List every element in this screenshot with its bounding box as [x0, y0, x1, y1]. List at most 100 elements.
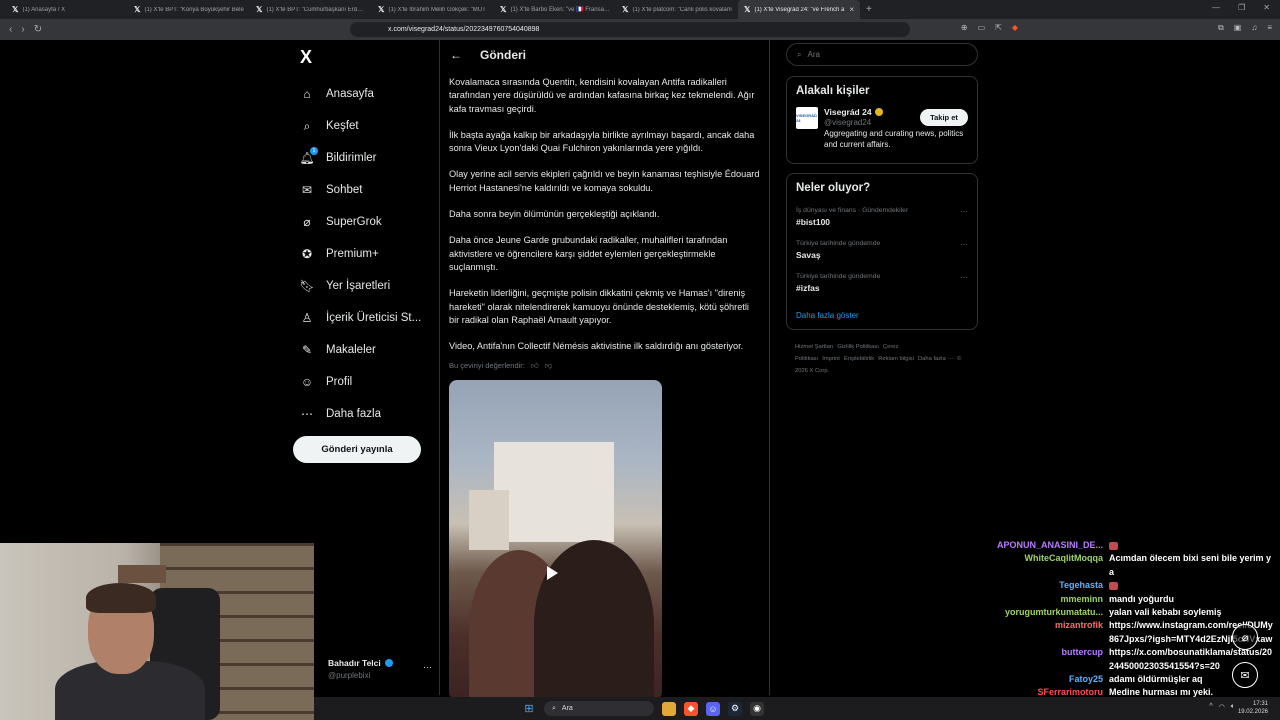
sidebar-item-label: Yer İşaretleri — [326, 280, 391, 292]
search-input[interactable]: ⌕ Ara — [786, 43, 978, 66]
chat-username[interactable]: Tegehasta — [990, 579, 1103, 592]
tray-chevron-icon[interactable]: ^ — [1209, 703, 1212, 711]
sidebar-item-grok[interactable]: ⌀ SuperGrok — [300, 206, 440, 238]
more-options-icon[interactable]: ··· — [960, 240, 968, 249]
steam-icon[interactable]: ⚙ — [728, 701, 742, 716]
thumbs-up-icon[interactable]: 👍︎ — [531, 359, 539, 372]
chat-username[interactable]: mmeminn — [990, 593, 1103, 606]
discord-icon[interactable]: ☺ — [706, 701, 720, 716]
volume-icon[interactable]: 🔈︎ — [1231, 703, 1235, 711]
wallet-icon[interactable]: ▣ — [1234, 23, 1242, 33]
browser-tab[interactable]: 𝕏 (1) X'te platcom: "Canlı polis kovalam — [616, 0, 738, 19]
trend-meta: Türkiye tarihinde gündemde — [796, 273, 881, 280]
footer-link[interactable]: Reklam bilgisi — [878, 356, 914, 362]
browser-tab[interactable]: 𝕏 (1) X'te BPT: "Konya Büyükşehir Bele — [128, 0, 250, 19]
verified-badge-icon — [874, 108, 883, 116]
post-header: ← Gönderi — [440, 40, 769, 70]
chat-username[interactable]: Fatoy25 — [990, 673, 1103, 686]
chat-username[interactable]: APONUN_ANASINI_DE... — [990, 539, 1103, 552]
footer-link[interactable]: Hizmet Şartları — [795, 344, 833, 350]
tab-title: (1) X'te İbrahim Melih Gökçek: "MUT — [388, 6, 486, 13]
follow-button[interactable]: Takip et — [920, 109, 968, 126]
sidebar-item-bell[interactable]: 🔔︎ 1 Bildirimler — [299, 142, 440, 174]
more-options-icon[interactable]: ··· — [423, 662, 432, 672]
person-icon: ☺ — [300, 375, 314, 389]
chat-username[interactable]: buttercup — [990, 646, 1104, 673]
minimize-icon[interactable]: — — [1212, 3, 1220, 12]
footer-link[interactable]: Daha fazla ··· — [918, 356, 953, 362]
play-icon[interactable] — [547, 566, 558, 580]
forward-icon[interactable]: › — [21, 24, 24, 35]
video-player[interactable] — [449, 380, 662, 700]
url-field[interactable]: x.com/visegrad24/status/2022349760754040… — [350, 22, 910, 37]
cast-icon[interactable]: ▭ — [978, 23, 986, 33]
more-icon: ⋯ — [301, 407, 313, 421]
browser-tab[interactable]: 𝕏 (1) X'te Visegrád 24: "ve French a × — [738, 0, 860, 19]
grok-icon[interactable]: ⌀ — [1232, 624, 1258, 650]
post-column: ← Gönderi Kovalamaca sırasında Quentin, … — [439, 40, 770, 700]
footer-link[interactable]: Erişilebilirlik — [844, 356, 874, 362]
trend-item[interactable]: Türkiye tarihinde gündemde Savaş ··· — [796, 240, 968, 260]
search-icon: ⌕ — [303, 118, 311, 133]
windows-start-icon[interactable]: ⊞ — [522, 702, 536, 716]
maximize-icon[interactable]: ❐ — [1238, 3, 1245, 12]
brave-shield-icon[interactable]: ◆ — [1012, 23, 1018, 33]
browser-tab[interactable]: 𝕏 (1) X'te İbrahim Melih Gökçek: "MUT — [372, 0, 494, 19]
sidebar-item-bookmark[interactable]: 🔖︎ Yer İşaretleri — [299, 270, 440, 302]
chat-message: APONUN_ANASINI_DE... — [990, 539, 1280, 552]
sidebar-item-article[interactable]: ✎ Makaleler — [300, 334, 440, 366]
sidebar-item-home[interactable]: ⌂ Anasayfa — [300, 78, 440, 110]
extensions-icon[interactable]: ⧉ — [1218, 23, 1224, 33]
account-switcher[interactable]: Bahadır Telci @purplebixi ··· — [328, 658, 438, 680]
post-paragraph: Kovalamaca sırasında Quentin, kendisini … — [449, 77, 755, 114]
wifi-icon[interactable]: ◠ — [1219, 703, 1225, 711]
media-icon[interactable]: ♫ — [1251, 23, 1257, 33]
avatar[interactable]: VISEGRÁD 24 — [796, 107, 818, 129]
messages-icon[interactable]: ✉ — [1232, 662, 1258, 688]
sidebar-item-mail[interactable]: ✉ Sohbet — [300, 174, 440, 206]
search-icon: ⌕ — [552, 704, 556, 712]
sidebar-item-creator[interactable]: ♙ İçerik Üreticisi St... — [300, 302, 440, 334]
close-tab-icon[interactable]: × — [849, 5, 854, 14]
premium-icon: ✪ — [301, 247, 313, 261]
footer-link[interactable]: Gizlilik Politikası — [837, 344, 879, 350]
show-more-link[interactable]: Daha fazla göster — [796, 311, 968, 320]
thumbs-down-icon[interactable]: 👎︎ — [545, 359, 553, 372]
more-options-icon[interactable]: ··· — [960, 207, 968, 216]
sidebar-item-person[interactable]: ☺ Profil — [300, 366, 440, 398]
back-arrow-icon[interactable]: ← — [450, 48, 462, 62]
back-icon[interactable]: ‹ — [9, 24, 12, 35]
footer-link[interactable]: Imprint — [822, 356, 840, 362]
post-button[interactable]: Gönderi yayınla — [293, 436, 421, 463]
sidebar-item-label: Sohbet — [326, 184, 363, 196]
chat-username[interactable]: mizantrofik — [990, 619, 1103, 646]
taskbar-search[interactable]: ⌕ Ara — [544, 701, 654, 716]
sidebar-item-search[interactable]: ⌕ Keşfet — [300, 110, 440, 142]
new-tab-icon[interactable]: + — [866, 4, 872, 15]
system-clock[interactable]: 17:31 19.02.2026 — [1238, 700, 1268, 716]
zoom-icon[interactable]: ⊕ — [961, 23, 968, 33]
menu-icon[interactable]: ≡ — [1267, 23, 1272, 33]
chat-username[interactable]: yorugumturkumatatu... — [990, 606, 1103, 619]
chat-text: mandı yoğurdu — [1109, 593, 1274, 606]
obs-icon[interactable]: ◉ — [750, 701, 764, 716]
x-logo-icon[interactable]: X — [300, 47, 312, 68]
file-explorer-icon[interactable] — [662, 701, 676, 716]
browser-tab[interactable]: 𝕏 (1) Anasayfa / X — [6, 0, 128, 19]
reload-icon[interactable]: ↻ — [34, 24, 42, 35]
close-window-icon[interactable]: ✕ — [1263, 3, 1270, 12]
share-icon[interactable]: ⇱ — [995, 23, 1002, 33]
more-options-icon[interactable]: ··· — [960, 273, 968, 282]
chat-username[interactable]: WhiteCaqlitMoqqa — [990, 552, 1104, 579]
grok-icon: ⌀ — [303, 215, 311, 229]
sidebar-item-premium[interactable]: ✪ Premium+ — [300, 238, 440, 270]
trend-item[interactable]: Türkiye tarihinde gündemde #izfas ··· — [796, 273, 968, 293]
sidebar-item-more[interactable]: ⋯ Daha fazla — [300, 398, 440, 430]
related-person[interactable]: VISEGRÁD 24 Visegrád 24 @visegrad24 Aggr… — [796, 107, 968, 150]
brave-browser-icon[interactable]: ◆ — [684, 701, 698, 716]
browser-tab[interactable]: 𝕏 (1) X'te Barbo Eken: "ve 🇫🇷 Fransa Lyo — [494, 0, 616, 19]
sidebar-item-label: Anasayfa — [326, 88, 374, 100]
browser-tab[interactable]: 𝕏 (1) X'te BPT: "Cumhurbaşkanı Erdoğa — [250, 0, 372, 19]
tab-title: (1) X'te Barbo Eken: "ve 🇫🇷 Fransa Lyo — [510, 7, 610, 13]
trend-item[interactable]: İş dünyası ve finans · Gündemdekiler #bis… — [796, 207, 968, 227]
